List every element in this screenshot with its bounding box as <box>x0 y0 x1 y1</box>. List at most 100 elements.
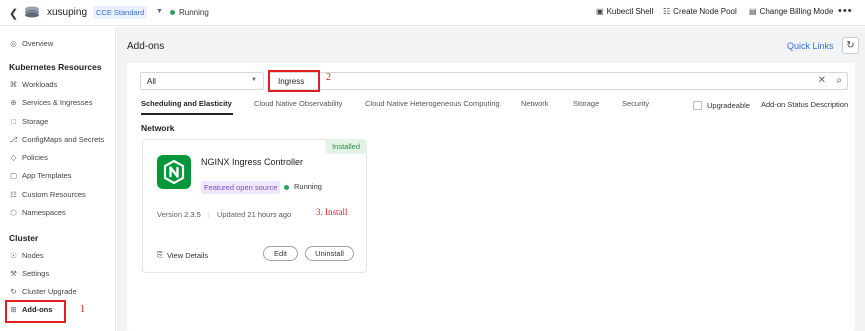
kubectl-shell-button[interactable]: ▣ Kubectl Shell <box>596 7 653 16</box>
sidebar-item-label: Cluster Upgrade <box>22 287 77 296</box>
sidebar-item-custom-resources[interactable]: ☷ Custom Resources <box>9 190 86 199</box>
sidebar-item-label: Storage <box>22 117 49 126</box>
add-on-card: Installed NGINX Ingress Controller Featu… <box>142 139 367 273</box>
kubectl-shell-label: Kubectl Shell <box>606 7 654 16</box>
updated-label: Updated <box>216 210 246 219</box>
cluster-switch-icon[interactable]: ▼ <box>156 8 163 15</box>
sidebar: ◎ Overview Kubernetes Resources ⌘ Worklo… <box>0 27 116 331</box>
version-value: 2.3.5 <box>184 210 201 219</box>
details-icon: ⎘ <box>157 250 163 259</box>
cluster-name: xusuping <box>47 7 88 18</box>
add-ons-panel: All ▼ Ingress ✕ ⌕ 2 Scheduling and Elast… <box>127 63 855 331</box>
change-billing-mode-label: Change Billing Mode <box>759 7 834 16</box>
template-icon: ▢ <box>9 171 18 180</box>
sidebar-item-services[interactable]: ⊕ Services & Ingresses <box>9 98 92 107</box>
refresh-icon[interactable]: ↻ <box>842 37 859 54</box>
sidebar-item-label: Nodes <box>22 251 44 260</box>
sidebar-item-label: ConfigMaps and Secrets <box>22 135 105 144</box>
edition-badge: CCE Standard <box>93 6 148 19</box>
globe-icon: ⊕ <box>10 98 17 107</box>
chevron-down-icon: ▼ <box>251 77 257 83</box>
updated-value: 21 hours ago <box>247 210 292 219</box>
settings-icon: ⚒ <box>10 269 17 278</box>
sidebar-item-workloads[interactable]: ⌘ Workloads <box>9 80 58 89</box>
annotation-box-search <box>268 70 320 92</box>
nginx-logo-icon <box>157 155 191 189</box>
view-details-label: View Details <box>167 250 209 260</box>
overview-icon: ◎ <box>10 39 17 48</box>
nodes-icon: ☉ <box>10 251 17 260</box>
upgradeable-checkbox[interactable] <box>693 101 702 110</box>
meta-separator: | <box>207 210 210 219</box>
main-content: Add-ons Quick Links ↻ All ▼ Ingress ✕ ⌕ … <box>117 27 865 331</box>
add-on-name: NGINX Ingress Controller <box>201 157 304 167</box>
tab-observability[interactable]: Cloud Native Observability <box>254 99 342 108</box>
sidebar-item-label: Namespaces <box>22 208 66 217</box>
sidebar-item-label: Custom Resources <box>22 190 86 199</box>
sidebar-item-label: Workloads <box>22 80 58 89</box>
sidebar-item-namespaces[interactable]: ⬡ Namespaces <box>9 208 66 217</box>
create-node-pool-button[interactable]: ☷ Create Node Pool <box>663 7 737 16</box>
sidebar-section-kubernetes: Kubernetes Resources <box>9 62 102 72</box>
sidebar-item-policies[interactable]: ◇ Policies <box>9 153 48 162</box>
sidebar-item-nodes[interactable]: ☉ Nodes <box>9 251 44 260</box>
terminal-icon: ▣ <box>596 7 604 16</box>
add-on-status: Running <box>294 182 322 191</box>
running-status-dot <box>170 10 175 15</box>
sidebar-item-overview[interactable]: ◎ Overview <box>9 39 53 48</box>
view-details-link[interactable]: ⎘ View Details <box>157 250 208 260</box>
sidebar-item-settings[interactable]: ⚒ Settings <box>9 269 49 278</box>
search-input[interactable]: Ingress ✕ ⌕ <box>269 72 848 90</box>
sidebar-item-label: Settings <box>22 269 50 278</box>
uninstall-button[interactable]: Uninstall <box>305 246 354 261</box>
key-icon: ⎇ <box>9 135 18 144</box>
resource-icon: ☷ <box>10 190 17 199</box>
cluster-status: Running <box>179 8 209 17</box>
version-label: Version <box>157 210 183 219</box>
sidebar-item-label: Services & Ingresses <box>22 98 93 107</box>
sidebar-item-label: Policies <box>22 153 48 162</box>
category-select-value: All <box>147 77 156 86</box>
search-icon[interactable]: ⌕ <box>836 75 842 86</box>
namespace-icon: ⬡ <box>10 208 17 217</box>
change-billing-mode-button[interactable]: ▤ Change Billing Mode <box>749 7 833 16</box>
sidebar-item-label: App Templates <box>22 171 72 180</box>
annotation-box-add-ons <box>5 300 66 323</box>
status-description-link[interactable]: Add-on Status Description <box>761 100 848 109</box>
installed-tag: Installed <box>325 139 367 154</box>
upgrade-icon: ↻ <box>10 287 17 296</box>
create-node-pool-label: Create Node Pool <box>673 7 737 16</box>
more-icon[interactable]: ••• <box>838 5 853 17</box>
billing-icon: ▤ <box>749 7 757 16</box>
featured-badge: Featured open source <box>201 181 281 194</box>
tab-heterogeneous[interactable]: Cloud Native Heterogeneous Computing <box>365 99 500 108</box>
sidebar-item-configmaps[interactable]: ⎇ ConfigMaps and Secrets <box>9 135 104 144</box>
tab-security[interactable]: Security <box>622 99 649 108</box>
active-tab-indicator <box>141 113 233 115</box>
annotation-step-2: 2 <box>326 72 331 83</box>
tab-network[interactable]: Network <box>521 99 549 108</box>
chevron-left-icon[interactable]: ❮ <box>9 7 18 20</box>
sidebar-item-app-templates[interactable]: ▢ App Templates <box>9 171 72 180</box>
page-title: Add-ons <box>127 41 165 52</box>
upgradeable-label: Upgradeable <box>707 101 750 110</box>
shield-icon: ◇ <box>10 153 17 162</box>
close-icon[interactable]: ✕ <box>818 75 826 86</box>
storage-icon: □ <box>11 117 16 126</box>
workloads-icon: ⌘ <box>9 80 18 89</box>
sidebar-item-cluster-upgrade[interactable]: ↻ Cluster Upgrade <box>9 287 77 296</box>
top-bar: ❮ xusuping CCE Standard ▼ Running ▣ Kube… <box>0 0 865 26</box>
category-select[interactable]: All ▼ <box>140 72 264 90</box>
annotation-step-3: 3. Install <box>316 207 348 217</box>
quick-links-link[interactable]: Quick Links <box>787 41 834 51</box>
sidebar-item-label: Overview <box>22 39 54 48</box>
section-title: Network <box>141 123 175 133</box>
sidebar-item-storage[interactable]: □ Storage <box>9 117 48 126</box>
tab-scheduling[interactable]: Scheduling and Elasticity <box>141 99 232 108</box>
add-on-meta: Version 2.3.5 | Updated 21 hours ago <box>157 210 291 219</box>
cluster-icon <box>25 6 39 18</box>
running-status-dot <box>284 185 289 190</box>
annotation-step-1: 1 <box>80 304 85 315</box>
tab-storage[interactable]: Storage <box>573 99 599 108</box>
edit-button[interactable]: Edit <box>263 246 298 261</box>
